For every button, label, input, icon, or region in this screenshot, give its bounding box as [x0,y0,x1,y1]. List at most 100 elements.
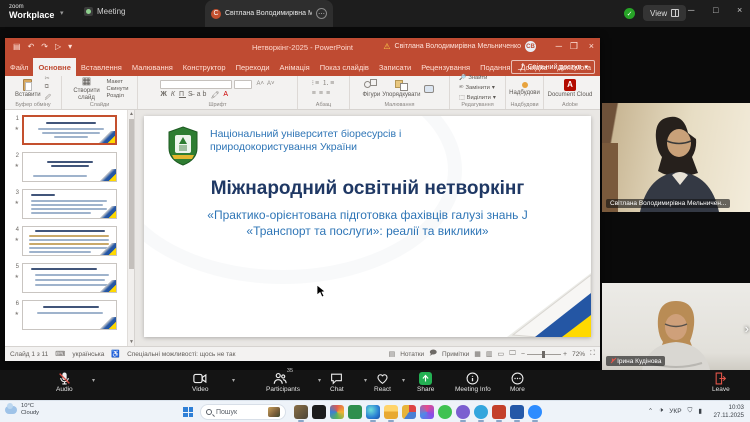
tab-transitions[interactable]: Переходи [231,58,275,76]
battery-icon[interactable]: ▮ [698,407,702,415]
taskbar-icon-photos-app[interactable] [330,405,344,419]
shadow-button[interactable]: ab [197,91,209,98]
taskbar-clock[interactable]: 10:03 27.11.2025 [713,404,744,420]
participants-button[interactable]: 35 Participants [266,372,300,393]
taskbar-icon-whatsapp[interactable] [438,405,452,419]
sorter-view-icon[interactable]: ▥ [486,350,493,358]
find-button[interactable]: 🔎 Знайти [459,75,496,83]
video-tile-bottom[interactable]: 🕨 Ірина Кудінова › [602,283,750,370]
close-button[interactable]: × [737,6,742,15]
reading-view-icon[interactable]: ▭ [498,350,505,358]
copy-icon[interactable]: ⧉ [45,84,51,91]
grow-font-icon[interactable]: A˄ [256,81,264,87]
hidden-icons-chevron-icon[interactable]: ⌃ [648,407,653,415]
minimize-button[interactable]: ─ [688,6,694,15]
taskbar-icon-photo-viewer[interactable] [294,405,308,419]
tab-insert[interactable]: Вставлення [76,58,127,76]
shrink-font-icon[interactable]: A˅ [267,81,275,87]
new-slide-button[interactable]: ▦ Створити слайд [71,76,103,102]
tab-design[interactable]: Конструктор [178,58,231,76]
font-size-box[interactable] [234,80,252,89]
wifi-icon[interactable]: ⛉ [688,407,693,415]
taskbar-icon-telegram[interactable] [474,405,488,419]
ppt-restore-button[interactable]: ❐ [570,42,578,51]
ppt-close-button[interactable]: × [589,42,594,51]
meeting-info-button[interactable]: Meeting Info [455,372,491,393]
scroll-down-icon[interactable]: ▼ [128,338,135,346]
tab-active-participant[interactable]: C Світлана Володимирівна Мель... ⋯ [205,0,333,27]
react-options-icon[interactable]: ▾ [402,377,405,384]
view-button[interactable]: View [643,5,686,21]
zoom-percentage[interactable]: 72% [572,351,585,358]
taskbar-icon-green-app[interactable] [348,405,362,419]
leave-button[interactable]: Leave [712,372,730,393]
taskbar-icon-powerpoint[interactable] [492,405,506,419]
tab-home[interactable]: Основне [33,58,75,76]
taskbar-search[interactable]: Пошук [200,404,286,420]
arrange-button[interactable]: Упорядкувати [382,79,420,99]
slide-thumbnail-1[interactable] [22,115,117,145]
tab-file[interactable]: Файл [5,58,33,76]
chat-options-icon[interactable]: ▾ [364,377,367,384]
tab-draw[interactable]: Малювання [127,58,178,76]
notes-toggle[interactable]: Нотатки [400,351,424,358]
slide-thumbnail-2[interactable] [22,152,117,182]
taskbar-icon-word[interactable] [510,405,524,419]
addins-button[interactable]: Надбудови [509,82,540,97]
tab-more-icon[interactable]: ⋯ [316,8,327,19]
taskbar-icon-edge-browser[interactable] [366,405,380,419]
tab-view[interactable]: Подання [475,58,515,76]
taskbar-icon-zoom[interactable] [528,405,542,419]
language-switcher[interactable]: УКР [669,408,681,415]
share-access-button[interactable]: ⤴ Спільний доступ ▾ [511,60,595,74]
tab-meeting[interactable]: Meeting [84,7,125,16]
share-button[interactable]: Share [417,372,434,393]
slide-thumbnail-3[interactable] [22,189,117,219]
accessibility-status[interactable]: Спеціальні можливості: щось не так [127,351,235,358]
slide-thumbnail-4[interactable] [22,226,117,256]
cut-icon[interactable]: ✂ [45,75,51,82]
account-area[interactable]: ⚠ Світлана Володимирівна Мельниченко СВ [383,41,536,52]
audio-button[interactable]: Audio [56,372,73,393]
tab-slideshow[interactable]: Показ слайдів [315,58,374,76]
ppt-minimize-button[interactable]: ─ [556,42,562,51]
gallery-next-icon[interactable]: › [745,321,749,336]
language-indicator[interactable]: українська [72,351,104,358]
italic-button[interactable]: К [171,91,177,98]
align-center-icon[interactable]: ≡ [319,90,324,98]
taskbar-icon-browser-swirl-app[interactable] [420,405,434,419]
start-button[interactable] [183,407,193,417]
audio-options-icon[interactable]: ▾ [92,377,95,384]
align-left-icon[interactable]: ≡ [312,90,317,98]
zoom-slider[interactable]: −+ [521,351,567,358]
tab-review[interactable]: Рецензування [416,58,475,76]
video-button[interactable]: Video [192,372,209,393]
taskbar-icon-file-explorer[interactable] [384,405,398,419]
strikethrough-button[interactable]: S̶ [188,91,195,98]
spellcheck-icon[interactable]: ⌨ [55,350,65,358]
more-button[interactable]: More [510,372,525,393]
speaker-icon[interactable]: 🕩 [659,407,663,415]
slideshow-view-icon[interactable]: 🖵 [509,350,516,358]
tab-record[interactable]: Записати [374,58,416,76]
maximize-button[interactable]: □ [713,6,718,15]
document-cloud-button[interactable]: A Document Cloud [548,79,593,99]
numbering-icon[interactable]: ⒈≡ [322,80,335,88]
react-button[interactable]: React [374,372,391,393]
shapes-button[interactable]: Фігури [363,79,381,99]
tab-animations[interactable]: Анімація [275,58,315,76]
current-slide[interactable]: Національний університет біоресурсів і п… [144,116,591,337]
align-right-icon[interactable]: ≡ [326,90,331,98]
bullets-icon[interactable]: ⁝≡ [312,80,320,88]
chat-button[interactable]: Chat [330,372,344,393]
font-name-box[interactable] [160,80,232,89]
quick-styles-button[interactable] [422,83,436,96]
section-button[interactable]: Розділ [107,93,124,99]
thumbnail-scrollbar[interactable]: ▲ ▼ [127,110,134,346]
taskbar-icon-files-app[interactable] [312,405,326,419]
replace-button[interactable]: ᵃᵇ Замінити ▾ [459,85,496,93]
underline-button[interactable]: П [179,91,186,98]
slide-thumbnail-6[interactable] [22,300,117,330]
account-avatar[interactable]: СВ [525,41,536,52]
paste-button[interactable]: Вставити [15,79,41,99]
